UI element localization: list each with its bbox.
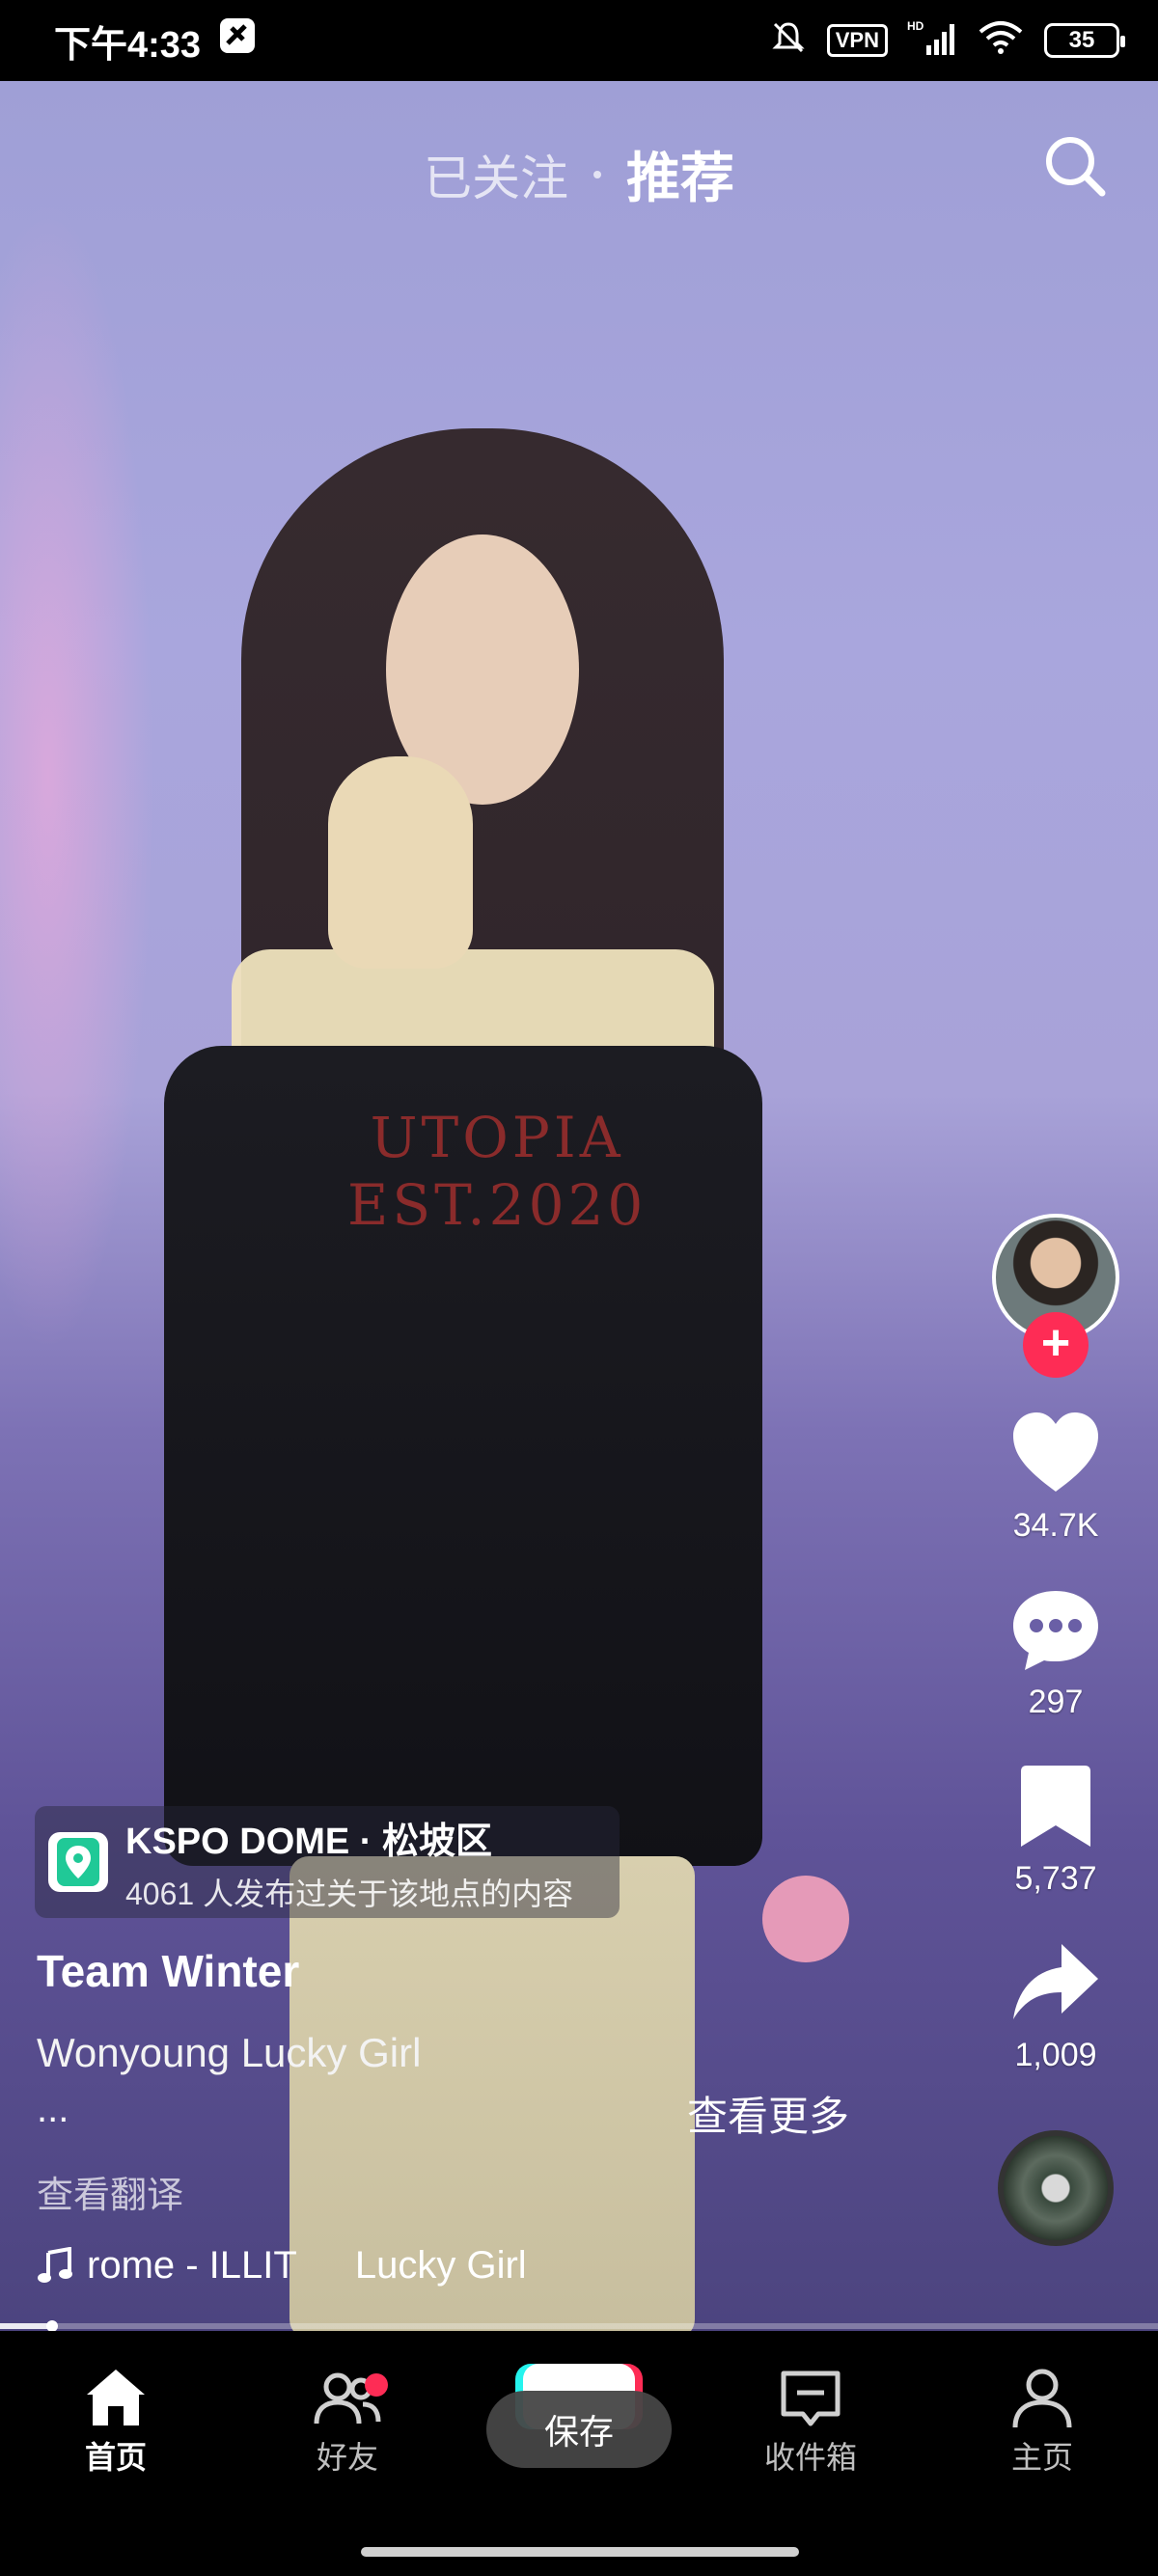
tab-recommended[interactable]: 推荐 (626, 135, 734, 213)
music-disc-icon[interactable] (998, 2130, 1114, 2246)
friends-notification-dot (365, 2373, 388, 2397)
dress-print-line2: EST.2020 (347, 1172, 648, 1238)
vpn-indicator: VPN (826, 24, 888, 57)
progress-fill (0, 2323, 52, 2329)
follow-button[interactable]: + (1023, 1312, 1089, 1378)
stage-light (0, 197, 154, 1355)
music-title-1: rome - ILLIT (87, 2244, 297, 2287)
creator-username[interactable]: Team Winter (37, 1945, 299, 1997)
tab-following[interactable]: 已关注 (424, 140, 568, 209)
music-title-2: Lucky Girl (354, 2244, 527, 2287)
translate-link[interactable]: 查看翻译 (37, 2165, 183, 2218)
dress-print: UTOPIA EST.2020 (347, 1104, 647, 1239)
location-pin-icon (48, 1832, 108, 1892)
video-progress-bar[interactable] (0, 2320, 1158, 2332)
profile-icon (1012, 2369, 1072, 2428)
favorite-count: 5,737 (1014, 1860, 1097, 1897)
svg-text:HD: HD (907, 19, 924, 33)
music-info[interactable]: rome - ILLIT Lucky Girl (37, 2244, 527, 2288)
signal-icon: HD (907, 18, 957, 64)
nav-home-label: 首页 (84, 2440, 147, 2475)
like-count: 34.7K (1012, 1507, 1099, 1544)
battery-indicator: 35 (1044, 23, 1125, 58)
creator-avatar-wrap: + (992, 1214, 1119, 1378)
like-action[interactable]: 34.7K (1007, 1407, 1104, 1545)
share-icon (1013, 1944, 1098, 2019)
nav-friends-label: 好友 (316, 2440, 378, 2475)
nav-profile[interactable]: 主页 (965, 2364, 1119, 2478)
bookmark-icon (1021, 1766, 1090, 1847)
share-count: 1,009 (1014, 2037, 1097, 2073)
home-indicator[interactable] (361, 2547, 799, 2557)
comment-action[interactable]: 297 (1007, 1583, 1104, 1721)
status-right: VPN HD 35 (769, 18, 1125, 64)
heart-icon (1013, 1412, 1098, 1492)
location-subtitle: 4061 人发布过关于该地点的内容 (125, 1876, 574, 1911)
comment-count: 297 (1028, 1684, 1084, 1720)
mute-icon (769, 18, 808, 64)
location-title: KSPO DOME · 松坡区 (125, 1821, 493, 1862)
see-more-button[interactable]: 查看更多 (687, 2084, 849, 2143)
comment-icon (1013, 1591, 1098, 1670)
status-bar: 下午4:33 VPN HD 35 (0, 0, 1158, 81)
dress-print-line1: UTOPIA (370, 1105, 624, 1170)
microphone (762, 1876, 849, 1962)
tab-separator (593, 170, 601, 178)
status-left: 下午4:33 (54, 14, 257, 68)
feed-tabs: 已关注 推荐 (0, 135, 1158, 213)
save-toast: 保存 (486, 2391, 672, 2468)
search-icon (1046, 137, 1106, 197)
nav-inbox-label: 收件箱 (763, 2440, 857, 2475)
action-column: + 34.7K 297 5,737 1,009 (979, 1214, 1133, 2246)
location-tag[interactable]: KSPO DOME · 松坡区 4061 人发布过关于该地点的内容 (35, 1806, 620, 1918)
nav-inbox[interactable]: 收件箱 (733, 2364, 888, 2478)
inbox-icon (781, 2370, 841, 2426)
nav-home[interactable]: 首页 (39, 2364, 193, 2478)
favorite-action[interactable]: 5,737 (1007, 1760, 1104, 1898)
performer-hand (328, 756, 473, 969)
home-icon (87, 2370, 145, 2425)
search-button[interactable] (1040, 131, 1110, 201)
post-caption[interactable]: Wonyoung Lucky Girl (37, 2030, 421, 2076)
wifi-icon (977, 18, 1025, 64)
nav-friends[interactable]: 好友 (270, 2364, 425, 2478)
location-text: KSPO DOME · 松坡区 4061 人发布过关于该地点的内容 (125, 1811, 573, 1914)
notification-app-icon (218, 16, 257, 65)
status-time: 下午4:33 (54, 24, 202, 66)
nav-profile-label: 主页 (1010, 2440, 1073, 2475)
music-note-icon (38, 2246, 72, 2283)
share-action[interactable]: 1,009 (1007, 1936, 1104, 2074)
caption-ellipsis: ... (37, 2088, 69, 2130)
